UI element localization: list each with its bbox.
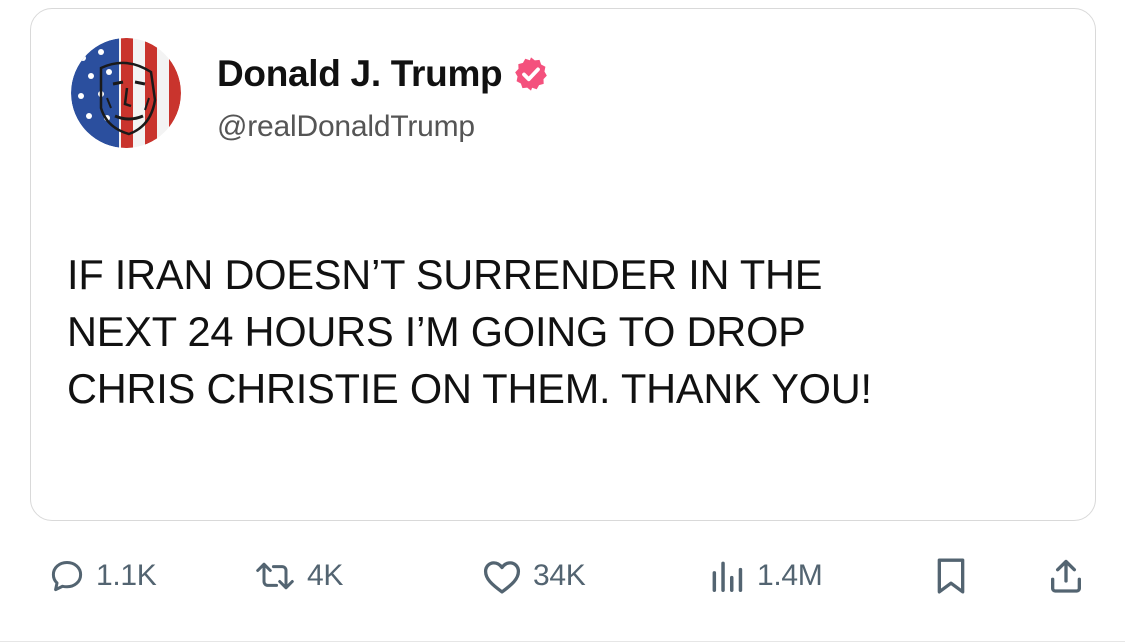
repost-button[interactable]: 4K	[253, 548, 343, 604]
reply-button[interactable]: 1.1K	[48, 548, 157, 604]
share-button[interactable]	[1046, 548, 1086, 604]
reply-count: 1.1K	[96, 559, 157, 592]
heart-icon	[483, 561, 521, 594]
divider	[0, 641, 1125, 642]
bookmark-icon	[937, 558, 965, 594]
post-text-line: NEXT 24 HOURS I’M GOING TO DROP	[67, 308, 806, 355]
like-count: 34K	[533, 559, 586, 592]
repost-count: 4K	[307, 559, 344, 592]
share-icon	[1051, 559, 1081, 593]
reply-icon	[51, 561, 83, 592]
post-text: IF IRAN DOESN’T SURRENDER IN THE NEXT 24…	[67, 246, 1077, 417]
views-chart-icon	[712, 561, 743, 592]
repost-icon	[256, 562, 294, 590]
views-count: 1.4M	[757, 559, 823, 592]
flag-face-avatar-image	[71, 38, 181, 148]
author-display-name[interactable]: Donald J. Trump	[217, 53, 503, 95]
post-text-line: IF IRAN DOESN’T SURRENDER IN THE	[67, 251, 823, 298]
author-avatar[interactable]	[71, 38, 181, 148]
post-card: Donald J. Trump @realDonaldTrump IF IRAN…	[30, 8, 1096, 521]
author-name-row: Donald J. Trump	[217, 53, 550, 95]
bookmark-button[interactable]	[933, 548, 969, 604]
like-button[interactable]: 34K	[481, 548, 586, 604]
author-handle[interactable]: @realDonaldTrump	[217, 110, 475, 144]
action-bar: 1.1K 4K 34K 1.4M	[0, 548, 1125, 604]
verified-badge-icon	[515, 57, 548, 91]
post-text-line: CHRIS CHRISTIE ON THEM. THANK YOU!	[67, 365, 872, 412]
views-button[interactable]: 1.4M	[707, 548, 823, 604]
